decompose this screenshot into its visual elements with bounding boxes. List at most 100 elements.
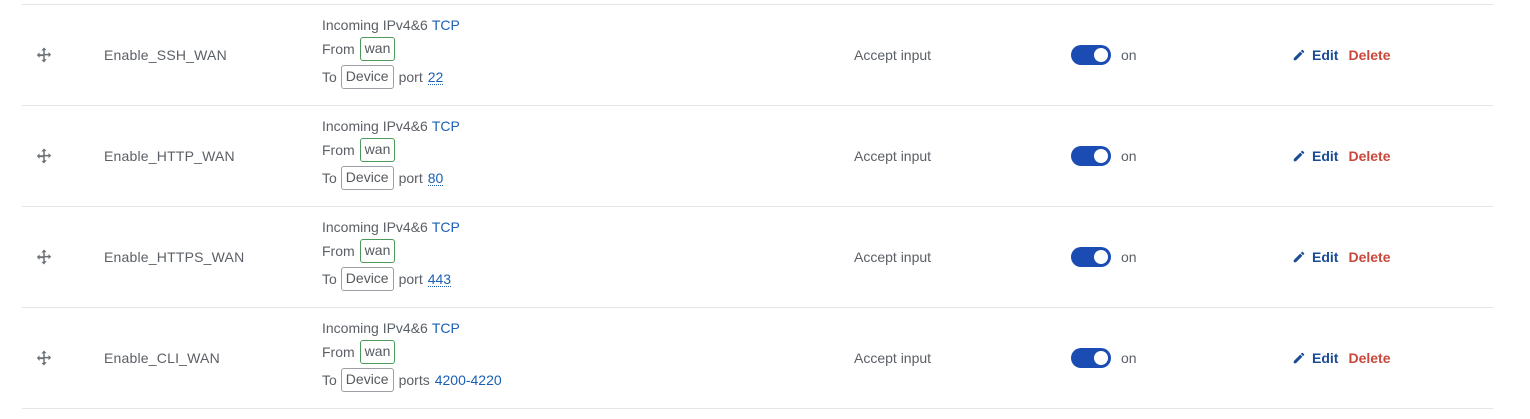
move-icon: [36, 148, 52, 164]
rule-actions: Edit Delete: [1292, 207, 1390, 307]
to-label: To: [322, 170, 337, 186]
match-to-line: To Device port 443: [322, 265, 452, 293]
pencil-icon: [1293, 49, 1305, 61]
rule-enable: on: [1071, 5, 1137, 105]
rule-name: Enable_CLI_WAN: [104, 350, 220, 366]
toggle-state-label: on: [1121, 350, 1137, 366]
firewall-rules-table: Enable_SSH_WAN Incoming IPv4&6 TCP From …: [22, 4, 1493, 409]
delete-button[interactable]: Delete: [1348, 148, 1390, 164]
enable-toggle[interactable]: [1071, 146, 1111, 166]
toggle-state-label: on: [1121, 249, 1137, 265]
incoming-label: Incoming IPv4&6: [322, 320, 428, 336]
protocol-value: TCP: [431, 118, 460, 134]
toggle-state-label: on: [1121, 47, 1137, 63]
rule-name: Enable_HTTP_WAN: [104, 148, 235, 164]
rule-match: Incoming IPv4&6 TCP From wan To Device p…: [322, 106, 460, 217]
to-label: To: [322, 372, 337, 388]
delete-button[interactable]: Delete: [1348, 249, 1390, 265]
toggle-state-label: on: [1121, 148, 1137, 164]
rule-action: Accept input: [854, 350, 932, 366]
match-protocol-line: Incoming IPv4&6 TCP: [322, 218, 460, 236]
from-label: From: [322, 41, 355, 57]
port-label: port: [398, 69, 423, 85]
protocol-value: TCP: [431, 219, 460, 235]
incoming-label: Incoming IPv4&6: [322, 118, 428, 134]
port-label: port: [398, 271, 423, 287]
device-badge: Device: [340, 166, 394, 190]
zone-badge: wan: [359, 239, 396, 263]
port-value: 80: [427, 169, 444, 186]
from-label: From: [322, 243, 355, 259]
drag-handle[interactable]: [34, 308, 54, 408]
table-row: Enable_CLI_WAN Incoming IPv4&6 TCP From …: [22, 308, 1493, 409]
rule-match: Incoming IPv4&6 TCP From wan To Device p…: [322, 5, 460, 116]
table-row: Enable_HTTP_WAN Incoming IPv4&6 TCP From…: [22, 106, 1493, 207]
device-badge: Device: [340, 368, 394, 392]
rule-enable: on: [1071, 207, 1137, 307]
drag-handle[interactable]: [34, 106, 54, 206]
enable-toggle[interactable]: [1071, 45, 1111, 65]
match-from-line: From wan: [322, 136, 396, 164]
device-badge: Device: [340, 65, 394, 89]
delete-button[interactable]: Delete: [1348, 47, 1390, 63]
match-from-line: From wan: [322, 338, 396, 366]
match-to-line: To Device port 80: [322, 164, 444, 192]
rule-actions: Edit Delete: [1292, 308, 1390, 408]
port-value: 4200-4220: [434, 372, 502, 388]
move-icon: [36, 249, 52, 265]
edit-button[interactable]: Edit: [1292, 249, 1338, 265]
protocol-value: TCP: [431, 17, 460, 33]
drag-handle[interactable]: [34, 5, 54, 105]
toggle-knob: [1094, 149, 1108, 163]
incoming-label: Incoming IPv4&6: [322, 17, 428, 33]
protocol-value: TCP: [431, 320, 460, 336]
edit-button[interactable]: Edit: [1292, 148, 1338, 164]
zone-badge: wan: [359, 138, 396, 162]
match-protocol-line: Incoming IPv4&6 TCP: [322, 16, 460, 34]
zone-badge: wan: [359, 37, 396, 61]
match-to-line: To Device ports 4200-4220: [322, 366, 502, 394]
rule-action: Accept input: [854, 249, 932, 265]
pencil-icon: [1293, 251, 1305, 263]
enable-toggle[interactable]: [1071, 247, 1111, 267]
pencil-icon: [1293, 150, 1305, 162]
port-value: 443: [427, 270, 452, 287]
rule-actions: Edit Delete: [1292, 5, 1390, 105]
enable-toggle[interactable]: [1071, 348, 1111, 368]
port-label: ports: [398, 372, 430, 388]
rule-match: Incoming IPv4&6 TCP From wan To Device p…: [322, 207, 460, 318]
table-row: Enable_SSH_WAN Incoming IPv4&6 TCP From …: [22, 5, 1493, 106]
zone-badge: wan: [359, 340, 396, 364]
delete-button[interactable]: Delete: [1348, 350, 1390, 366]
match-from-line: From wan: [322, 237, 396, 265]
edit-button[interactable]: Edit: [1292, 350, 1338, 366]
rule-name: Enable_SSH_WAN: [104, 47, 227, 63]
to-label: To: [322, 271, 337, 287]
drag-handle[interactable]: [34, 207, 54, 307]
from-label: From: [322, 344, 355, 360]
rule-actions: Edit Delete: [1292, 106, 1390, 206]
match-to-line: To Device port 22: [322, 63, 444, 91]
edit-label: Edit: [1312, 350, 1339, 366]
rule-name: Enable_HTTPS_WAN: [104, 249, 245, 265]
rule-enable: on: [1071, 106, 1137, 206]
rule-action: Accept input: [854, 148, 932, 164]
edit-label: Edit: [1312, 148, 1339, 164]
match-protocol-line: Incoming IPv4&6 TCP: [322, 319, 460, 337]
edit-label: Edit: [1312, 249, 1339, 265]
match-protocol-line: Incoming IPv4&6 TCP: [322, 117, 460, 135]
edit-button[interactable]: Edit: [1292, 47, 1338, 63]
table-row: Enable_HTTPS_WAN Incoming IPv4&6 TCP Fro…: [22, 207, 1493, 308]
device-badge: Device: [340, 267, 394, 291]
move-icon: [36, 47, 52, 63]
toggle-knob: [1094, 250, 1108, 264]
port-label: port: [398, 170, 423, 186]
pencil-icon: [1293, 352, 1305, 364]
move-icon: [36, 350, 52, 366]
port-value: 22: [427, 68, 444, 85]
match-from-line: From wan: [322, 35, 396, 63]
from-label: From: [322, 142, 355, 158]
to-label: To: [322, 69, 337, 85]
rule-enable: on: [1071, 308, 1137, 408]
toggle-knob: [1094, 48, 1108, 62]
